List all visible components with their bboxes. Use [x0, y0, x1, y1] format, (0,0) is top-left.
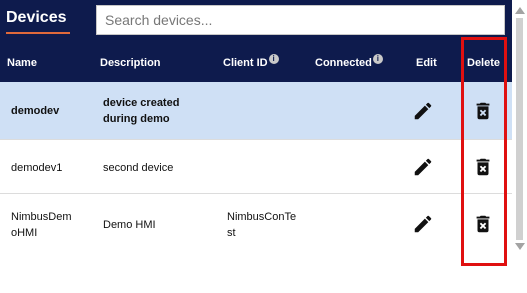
edit-button[interactable]: [412, 213, 434, 235]
device-name: demodev1: [11, 162, 63, 174]
page-title: Devices: [6, 9, 67, 26]
device-description: second device: [103, 162, 174, 174]
devices-panel: Devices Name Description Client IDi Conn…: [0, 0, 512, 293]
search-input[interactable]: [96, 5, 505, 35]
device-name: NimbusDemoHMI: [11, 211, 72, 239]
table-row[interactable]: demodev device created during demo: [0, 82, 512, 140]
table-row[interactable]: demodev1 second device: [0, 141, 512, 194]
scroll-thumb[interactable]: [516, 18, 523, 240]
title-underline: [6, 32, 70, 34]
trash-icon: [476, 102, 490, 120]
pencil-icon: [414, 215, 432, 233]
delete-button[interactable]: [472, 213, 494, 235]
column-header-name[interactable]: Name: [7, 57, 37, 69]
table-row[interactable]: NimbusDemoHMI Demo HMI NimbusConTest: [0, 195, 512, 253]
pencil-icon: [414, 102, 432, 120]
column-header-client-id[interactable]: Client ID i: [223, 54, 279, 69]
client-id-label: Client ID: [223, 57, 268, 69]
devices-header-bar: Devices: [0, 0, 512, 38]
device-description: device created during demo: [103, 97, 180, 125]
column-header-description[interactable]: Description: [100, 57, 161, 69]
scroll-up-arrow-icon[interactable]: [515, 7, 525, 14]
vertical-scrollbar[interactable]: [512, 0, 527, 293]
device-name: demodev: [11, 105, 60, 117]
edit-button[interactable]: [412, 100, 434, 122]
column-header-delete: Delete: [467, 57, 501, 69]
delete-button[interactable]: [472, 156, 494, 178]
scroll-down-arrow-icon[interactable]: [515, 243, 525, 250]
connected-label: Connected: [315, 57, 372, 69]
pencil-icon: [414, 158, 432, 176]
device-description: Demo HMI: [103, 219, 156, 231]
delete-button[interactable]: [472, 100, 494, 122]
column-header-connected[interactable]: Connected i: [315, 54, 383, 69]
trash-icon: [476, 158, 490, 176]
edit-button[interactable]: [412, 156, 434, 178]
trash-icon: [476, 215, 490, 233]
table-header: Name Description Client ID i Connected i E…: [0, 38, 512, 82]
info-icon[interactable]: i: [268, 54, 279, 64]
column-header-edit: Edit: [416, 57, 437, 69]
device-client-id: NimbusConTest: [227, 211, 297, 239]
info-icon[interactable]: i: [372, 54, 383, 64]
